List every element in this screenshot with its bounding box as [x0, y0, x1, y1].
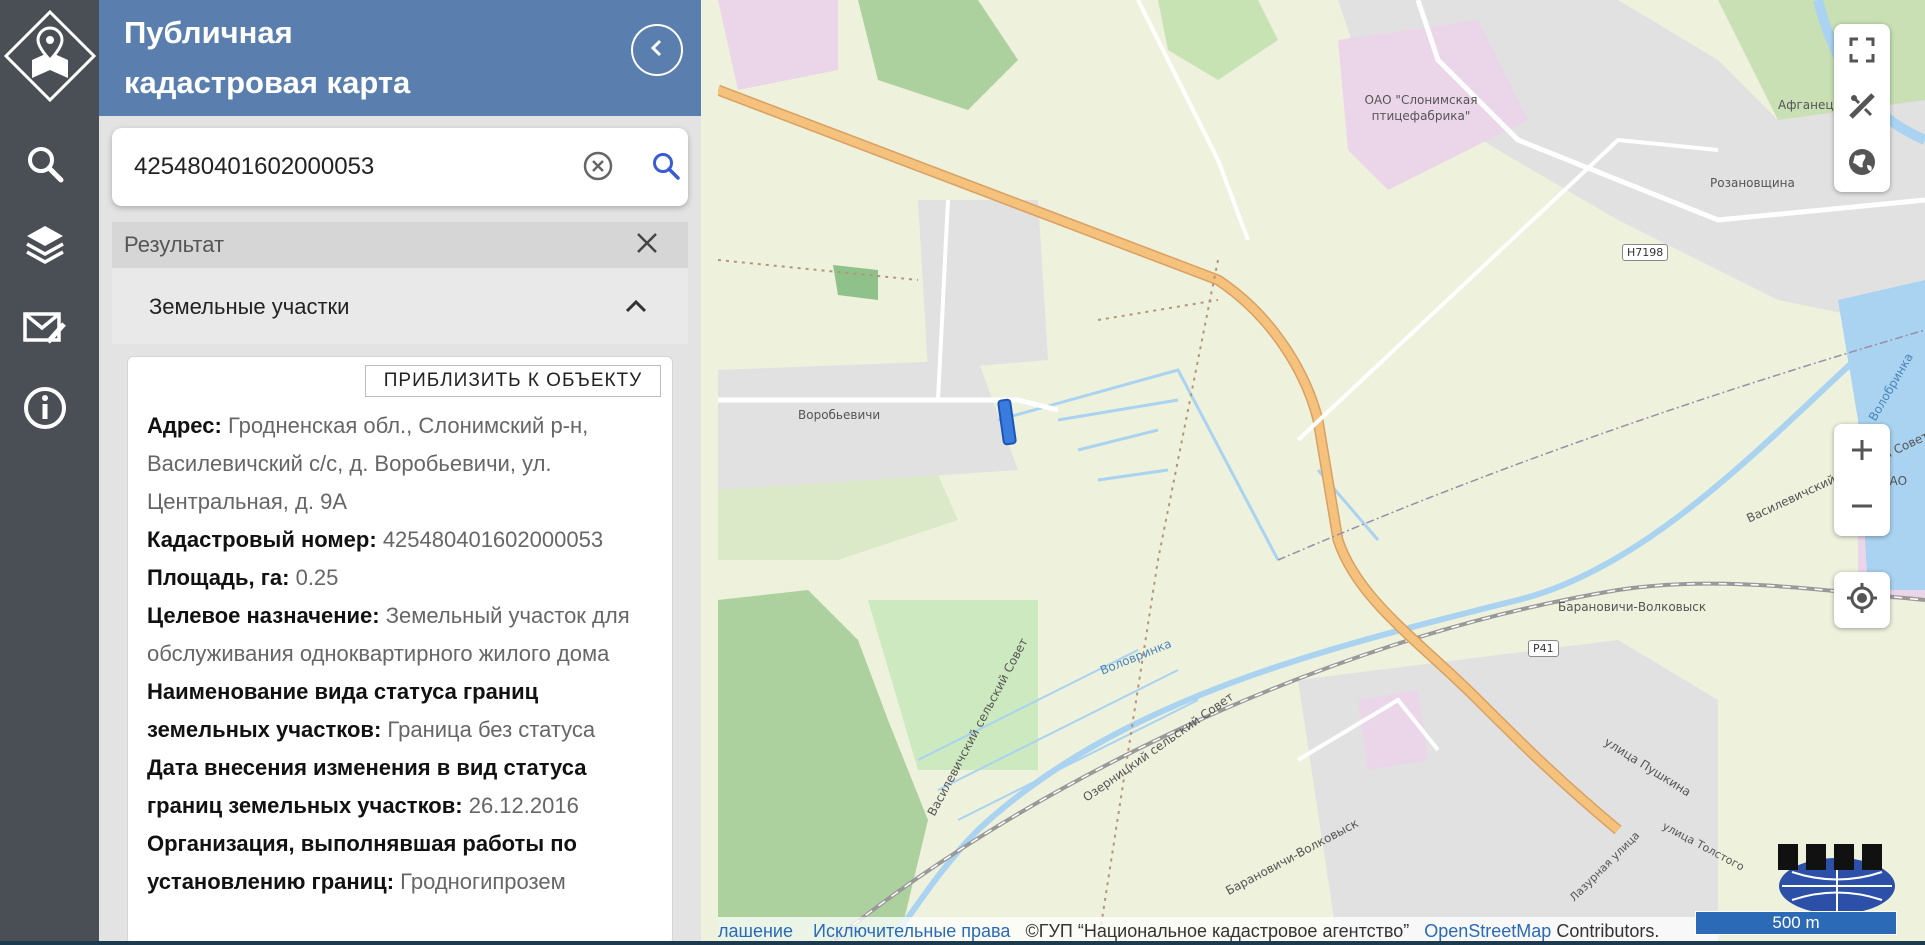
app-title-line2: кадастровая карта [124, 65, 411, 100]
land-plots-section-header[interactable]: Земельные участки [112, 268, 688, 344]
chevron-left-icon [647, 38, 667, 63]
search-icon [25, 144, 65, 189]
bottom-strip [0, 941, 1925, 945]
geolocate-control [1834, 572, 1890, 628]
info-icon [22, 385, 68, 436]
contributors-text: Contributors. [1556, 921, 1660, 941]
map-view[interactable]: ОАО "Слонимская птицефабрика" Афганец-2 … [718, 0, 1925, 945]
ruler-pencil-icon [1847, 91, 1877, 126]
osm-link[interactable]: OpenStreetMap [1424, 921, 1551, 941]
info-value: Граница без статуса [387, 717, 596, 742]
road-shield-h7198: Н7198 [1622, 244, 1669, 261]
search-submit-button[interactable] [648, 150, 684, 186]
rail-layers-button[interactable] [19, 220, 71, 272]
info-value: Гродногипрозем [400, 869, 566, 894]
label-poultry-farm: ОАО "Слонимская птицефабрика" [1364, 93, 1478, 123]
measure-tool-button[interactable] [1834, 80, 1890, 136]
app-logo[interactable] [2, 8, 98, 104]
result-header: Результат [112, 222, 688, 268]
search-panel: Публичная кадастровая карта Результат [99, 0, 817, 945]
info-value: 0.25 [295, 565, 339, 590]
road-shield-p41: Р41 [1528, 640, 1559, 657]
close-icon [636, 232, 658, 259]
collapse-panel-button[interactable] [631, 24, 683, 76]
zoom-in-button[interactable] [1834, 424, 1890, 480]
search-icon [651, 151, 681, 186]
clear-circle-icon [582, 150, 614, 187]
result-title: Результат [124, 232, 225, 257]
search-box [112, 128, 688, 206]
residential-area [718, 360, 1018, 490]
icon-rail [0, 0, 99, 945]
copyright-text: ©ГУП “Национальное кадастровое агентство… [1025, 921, 1410, 941]
info-row: Площадь, га: 0.25 [147, 559, 657, 597]
zoom-controls [1834, 424, 1890, 536]
info-label: Адрес: [147, 413, 222, 438]
label-rozanovshchina: Розановщина [1710, 176, 1795, 190]
mail-edit-icon [22, 308, 68, 353]
nka-logo[interactable] [1772, 842, 1902, 914]
label-railway-baranovichi: Барановичи-Волковыск [1558, 600, 1707, 614]
scale-bar: 500 m [1695, 911, 1897, 935]
info-row: Организация, выполнявшая работы по устан… [147, 825, 657, 901]
info-value: 425480401602000053 [382, 527, 604, 552]
info-row: Кадастровый номер: 425480401602000053 [147, 521, 657, 559]
zoom-out-button[interactable] [1834, 480, 1890, 536]
info-value: 26.12.2016 [468, 793, 579, 818]
panel-header: Публичная кадастровая карта [99, 0, 701, 116]
section-title: Земельные участки [149, 294, 350, 319]
clear-search-button[interactable] [580, 150, 616, 186]
land-plot-info-card: ПРИБЛИЗИТЬ К ОБЪЕКТУ Адрес: Гродненская … [127, 356, 673, 945]
info-label: Площадь, га: [147, 565, 290, 590]
rail-feedback-button[interactable] [19, 304, 71, 356]
minus-icon [1850, 494, 1874, 523]
info-label: Целевое назначение: [147, 603, 380, 628]
crosshair-icon [1846, 582, 1878, 619]
geolocate-button[interactable] [1834, 572, 1890, 628]
basemap-button[interactable] [1834, 136, 1890, 192]
residential-area [1298, 640, 1718, 945]
globe-icon [1847, 147, 1877, 182]
info-row: Наименование вида статуса границ земельн… [147, 673, 657, 749]
info-row: Целевое назначение: Земельный участок дл… [147, 597, 657, 673]
agreement-link[interactable]: лашение [718, 921, 793, 941]
app-title: Публичная кадастровая карта [124, 8, 544, 108]
label-vorobevichi: Воробьевичи [798, 408, 881, 422]
plus-icon [1850, 438, 1874, 467]
app-title-line1: Публичная [124, 15, 293, 50]
info-row: Дата внесения изменения в вид статуса гр… [147, 749, 657, 825]
fullscreen-icon [1849, 37, 1875, 68]
rail-search-button[interactable] [19, 140, 71, 192]
fullscreen-button[interactable] [1834, 24, 1890, 80]
residential-area [918, 200, 1048, 370]
exclusive-rights-link[interactable]: Исключительные права [813, 921, 1010, 941]
info-list: Адрес: Гродненская обл., Слонимский р-н,… [147, 407, 657, 901]
map-tools-group [1834, 24, 1890, 192]
layers-icon [23, 222, 67, 271]
info-label: Кадастровый номер: [147, 527, 377, 552]
forest-area [833, 265, 878, 300]
rail-info-button[interactable] [19, 384, 71, 436]
zoom-to-object-button[interactable]: ПРИБЛИЗИТЬ К ОБЪЕКТУ [365, 365, 661, 397]
close-result-button[interactable] [632, 230, 662, 260]
map-canvas[interactable] [718, 0, 1925, 945]
info-row: Адрес: Гродненская обл., Слонимский р-н,… [147, 407, 657, 521]
search-input[interactable] [134, 144, 554, 190]
chevron-up-icon [622, 292, 650, 320]
